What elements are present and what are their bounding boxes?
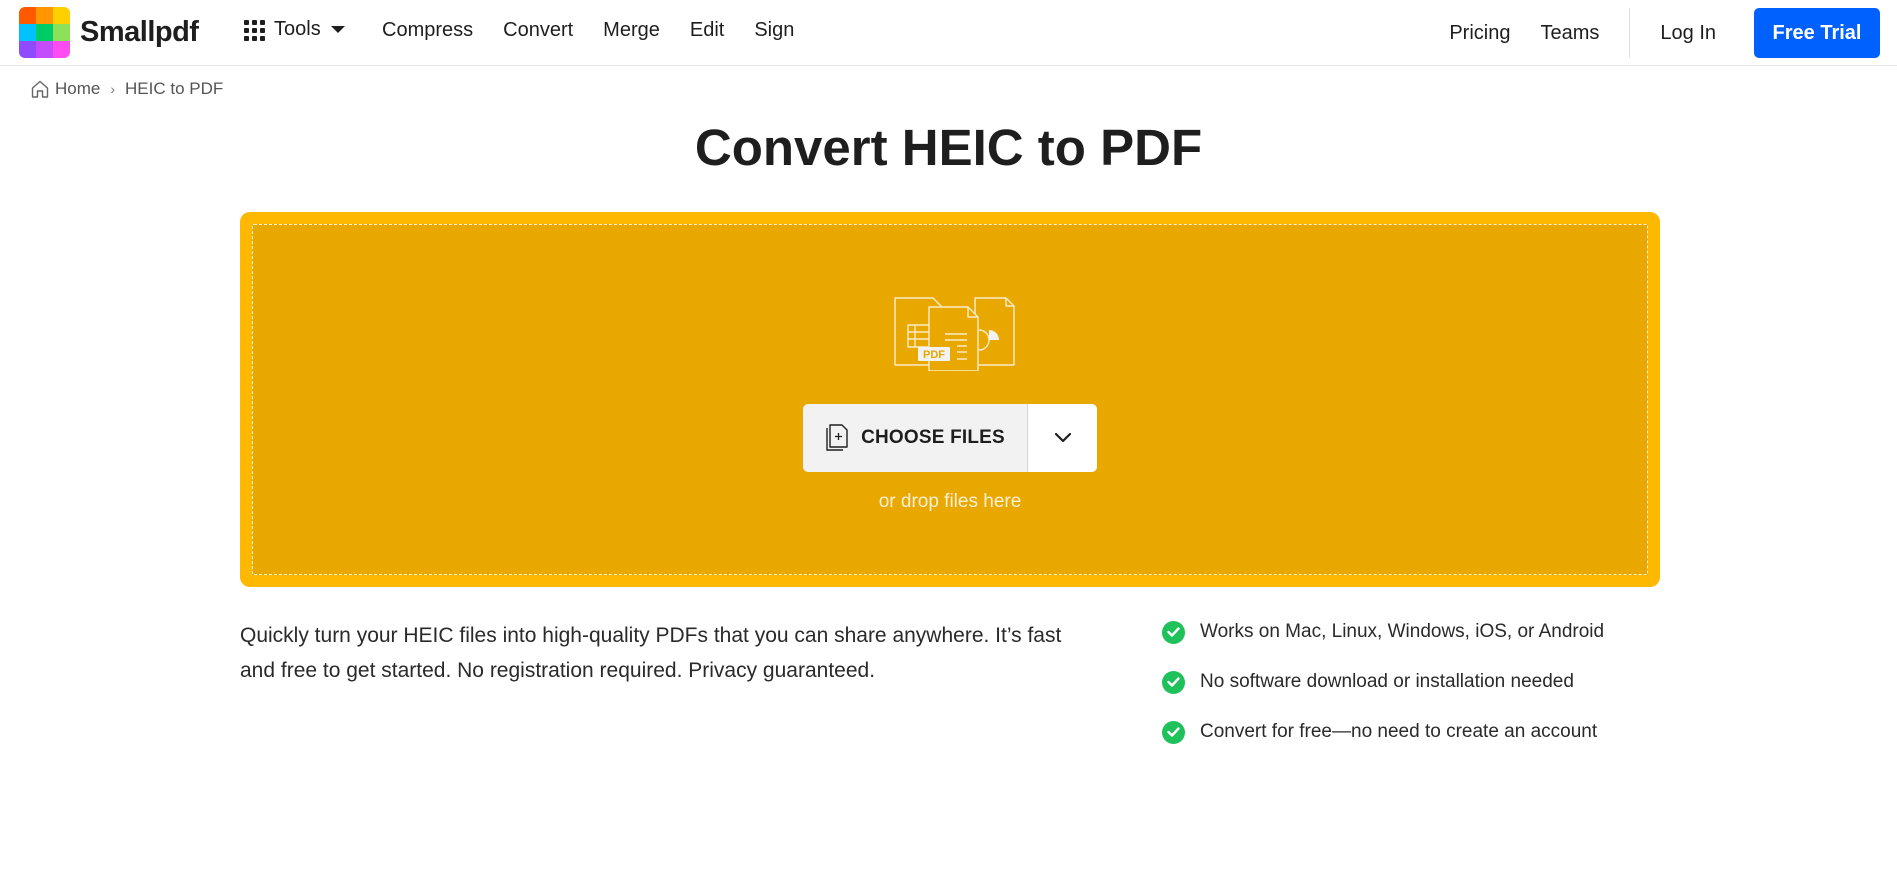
page-title: Convert HEIC to PDF — [694, 119, 1203, 176]
smallpdf-logo-link[interactable]: Smallpdf — [19, 7, 199, 58]
feature-text: No software download or installation nee… — [1200, 671, 1574, 692]
check-circle-icon — [1162, 620, 1185, 644]
check-circle-icon — [1162, 670, 1185, 694]
nav-edit[interactable]: Edit — [690, 19, 724, 42]
logo-tile — [53, 7, 70, 24]
feature-text: Convert for free—no need to create an ac… — [1200, 721, 1598, 742]
logo-icon — [19, 7, 70, 58]
logo-tile — [36, 7, 53, 24]
feature-item: Convert for free—no need to create an ac… — [1162, 717, 1604, 747]
feature-item: Works on Mac, Linux, Windows, iOS, or An… — [1162, 617, 1604, 647]
tools-label: Tools — [274, 18, 321, 40]
top-header: Smallpdf Tools Compress Convert Merge Ed… — [0, 0, 1897, 66]
main-nav: Compress Convert Merge Edit Sign — [382, 19, 824, 42]
add-file-icon — [826, 424, 848, 451]
choose-files-group: CHOOSE FILES — [803, 404, 1097, 472]
logo-tile — [19, 7, 36, 24]
choose-files-label: CHOOSE FILES — [861, 427, 1005, 448]
caret-down-icon — [330, 26, 345, 33]
tool-description: Quickly turn your HEIC files into high-q… — [240, 624, 1062, 682]
nav-merge[interactable]: Merge — [603, 19, 660, 42]
logo-tile — [53, 41, 70, 58]
breadcrumb-separator: › — [110, 81, 116, 97]
nav-pricing[interactable]: Pricing — [1449, 22, 1510, 45]
logo-tile — [36, 24, 53, 41]
feature-text: Works on Mac, Linux, Windows, iOS, or An… — [1200, 621, 1605, 642]
free-trial-button[interactable]: Free Trial — [1754, 8, 1880, 58]
breadcrumb: Home › HEIC to PDF — [30, 79, 223, 99]
file-dropzone[interactable]: PDF CHOOSE FILES or drop files here — [240, 212, 1660, 587]
home-icon — [31, 80, 49, 98]
logo-tile — [19, 41, 36, 58]
dropzone-inner: PDF CHOOSE FILES or drop files here — [252, 224, 1648, 575]
breadcrumb-home[interactable]: Home — [55, 79, 100, 99]
nav-convert[interactable]: Convert — [503, 19, 573, 42]
feature-item: No software download or installation nee… — [1162, 667, 1604, 697]
pdf-badge: PDF — [923, 349, 945, 361]
brand-name: Smallpdf — [80, 16, 199, 48]
choose-files-button[interactable]: CHOOSE FILES — [803, 404, 1028, 472]
grid-icon — [244, 19, 265, 41]
chevron-down-icon — [1054, 432, 1071, 443]
nav-divider — [1629, 8, 1631, 58]
documents-illustration-icon: PDF — [894, 297, 1015, 371]
nav-compress[interactable]: Compress — [382, 19, 473, 42]
right-nav: Pricing Teams Log In Free Trial — [1449, 0, 1897, 66]
check-circle-icon — [1162, 720, 1185, 744]
drop-files-hint: or drop files here — [878, 491, 1022, 512]
breadcrumb-current: HEIC to PDF — [125, 79, 224, 98]
nav-sign[interactable]: Sign — [754, 19, 794, 42]
nav-teams[interactable]: Teams — [1540, 22, 1599, 45]
upload-options-dropdown[interactable] — [1028, 404, 1097, 472]
logo-tile — [53, 24, 70, 41]
logo-tile — [19, 24, 36, 41]
feature-list: Works on Mac, Linux, Windows, iOS, or An… — [1162, 617, 1604, 767]
logo-tile — [36, 41, 53, 58]
login-link[interactable]: Log In — [1660, 22, 1716, 45]
tools-menu-button[interactable]: Tools — [244, 18, 345, 41]
